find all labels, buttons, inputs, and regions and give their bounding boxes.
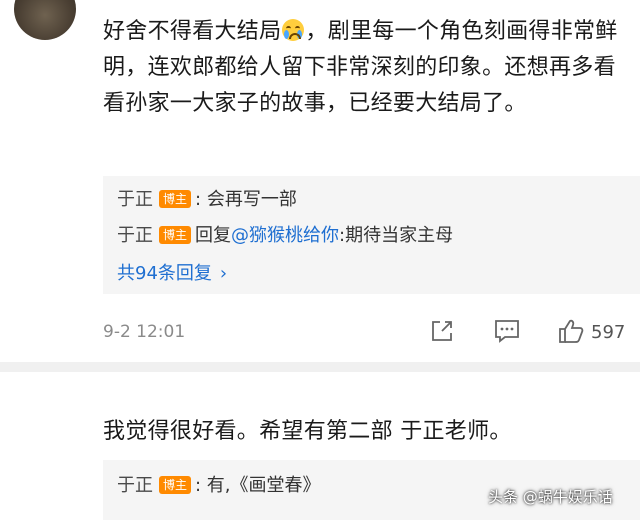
reply-item[interactable]: 于正 博主 回复@猕猴桃给你:期待当家主母	[117, 224, 453, 248]
comment-meta-row: 9-2 12:01 597	[103, 318, 640, 348]
more-replies-link[interactable]: 共94条回复 ›	[117, 262, 227, 286]
reply-item[interactable]: 于正 博主: 会再写一部	[117, 188, 297, 212]
reply-author[interactable]: 于正	[117, 475, 153, 496]
comment-icon[interactable]	[493, 318, 521, 348]
reply-text: 会再写一部	[201, 189, 297, 210]
comment-text: 好舍不得看大结局 ，剧里每一个角色刻画得非常鲜明，连欢郎都给人留下非常深刻的印象。…	[103, 14, 623, 122]
reply-text: : 有,《画堂春》	[195, 475, 321, 496]
reply-prefix: 回复	[195, 225, 232, 246]
blogger-badge: 博主	[159, 190, 192, 208]
comment-text: 我觉得很好看。希望有第二部 于正老师。	[103, 419, 512, 444]
reply-item[interactable]: 于正 博主: 有,《画堂春》	[117, 474, 321, 498]
reply-text: :期待当家主母	[339, 225, 454, 246]
blogger-badge: 博主	[159, 226, 192, 244]
watermark: 头条 @蜗牛娱乐话	[488, 488, 613, 506]
divider	[0, 362, 640, 372]
crying-face-icon	[282, 19, 305, 41]
like-count: 597	[591, 322, 626, 343]
share-icon[interactable]	[429, 318, 455, 348]
chevron-right-icon: ›	[219, 263, 228, 284]
mention-link[interactable]: @猕猴桃给你	[231, 225, 339, 246]
avatar[interactable]	[14, 0, 76, 40]
comment-text-part: 好舍不得看大结局	[103, 19, 282, 44]
more-replies-label[interactable]: 共94条回复	[117, 263, 212, 284]
like-icon[interactable]	[557, 318, 585, 348]
reply-author[interactable]: 于正	[117, 189, 153, 210]
reply-box: 于正 博主: 会再写一部 于正 博主 回复@猕猴桃给你:期待当家主母 共94条回复 ›	[103, 176, 640, 294]
timestamp: 9-2 12:01	[103, 322, 186, 342]
reply-author[interactable]: 于正	[117, 225, 153, 246]
blogger-badge: 博主	[159, 476, 192, 494]
